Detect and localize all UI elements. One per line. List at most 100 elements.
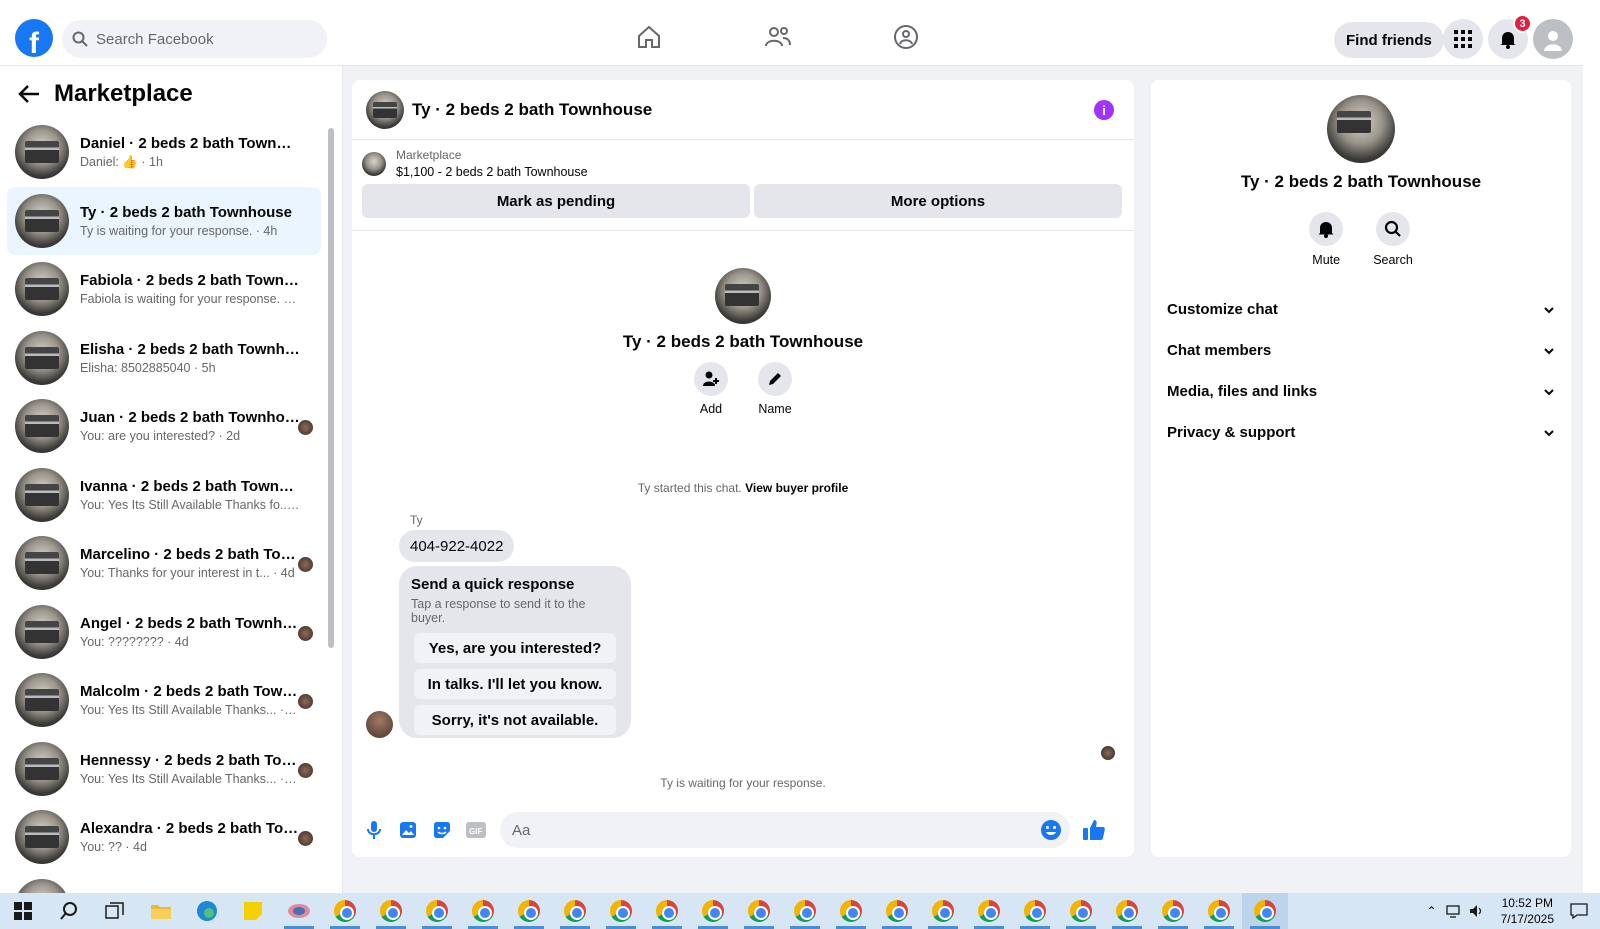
friends-icon[interactable]: [763, 22, 793, 52]
message-input-box[interactable]: [500, 812, 1070, 848]
seen-indicator-avatar: [298, 557, 313, 572]
conversation-item[interactable]: Fabiola · 2 beds 2 bath Townhou... Fabiol…: [7, 255, 321, 324]
notification-badge: 3: [1513, 14, 1532, 33]
chevron-up-icon[interactable]: ⌃: [1427, 904, 1437, 918]
search-box[interactable]: [62, 20, 327, 58]
sticker-icon[interactable]: [430, 818, 454, 842]
home-icon[interactable]: [634, 22, 664, 52]
chat-header-avatar[interactable]: [366, 90, 404, 129]
chrome-icon[interactable]: [1242, 893, 1288, 929]
mark-pending-button[interactable]: Mark as pending: [362, 184, 750, 218]
system-clock[interactable]: 10:52 PM 7/17/2025: [1501, 895, 1554, 927]
groups-icon[interactable]: [891, 22, 921, 52]
notifications-button[interactable]: 3: [1488, 14, 1532, 59]
privacy-support-section[interactable]: Privacy & support: [1163, 412, 1559, 453]
sidebar-scrollbar[interactable]: [326, 114, 336, 893]
conversation-item[interactable]: Hennessy · 2 beds 2 bath Tow... You: Yes …: [7, 735, 321, 804]
message-composer: GIF: [352, 810, 1134, 850]
conversation-item[interactable]: Ty · 2 beds 2 bath Townhouse Ty is waitin…: [7, 186, 321, 255]
mute-button[interactable]: Mute: [1309, 212, 1344, 267]
back-arrow-icon[interactable]: [18, 84, 40, 104]
like-icon[interactable]: [1082, 818, 1106, 842]
chrome-icon[interactable]: [414, 893, 460, 929]
media-files-links-section[interactable]: Media, files and links: [1163, 371, 1559, 412]
chrome-icon[interactable]: [966, 893, 1012, 929]
facebook-logo[interactable]: f: [15, 19, 53, 57]
chrome-icon[interactable]: [828, 893, 874, 929]
chrome-icon[interactable]: [322, 893, 368, 929]
chrome-icon[interactable]: [1058, 893, 1104, 929]
sender-avatar[interactable]: [366, 711, 393, 738]
listing-thumbnail[interactable]: [362, 151, 386, 176]
conversation-item[interactable]: Angel · 2 beds 2 bath Townho... You: ????…: [7, 598, 321, 667]
chrome-icon[interactable]: [1196, 893, 1242, 929]
search-input[interactable]: [96, 30, 296, 48]
search-conversation-button[interactable]: Search: [1373, 212, 1413, 267]
chat-profile-avatar[interactable]: [715, 268, 771, 324]
chrome-icon[interactable]: [644, 893, 690, 929]
menu-grid-icon[interactable]: [1443, 19, 1483, 59]
photo-icon[interactable]: [396, 818, 420, 842]
add-member-button[interactable]: Add: [694, 362, 728, 416]
chrome-icon[interactable]: [874, 893, 920, 929]
quick-response-unavailable-button[interactable]: Sorry, it's not available.: [414, 705, 616, 735]
conversation-item[interactable]: Ivanna · 2 beds 2 bath Townhouse You: Yes…: [7, 461, 321, 530]
gif-icon[interactable]: GIF: [464, 818, 488, 842]
page-scrollbar[interactable]: [1583, 0, 1600, 893]
chat-members-section[interactable]: Chat members: [1163, 330, 1559, 371]
chat-details-panel: Ty · 2 beds 2 bath Townhouse Mute Search…: [1151, 80, 1571, 857]
chrome-icon[interactable]: [1104, 893, 1150, 929]
conversation-item[interactable]: Juan · 2 beds 2 bath Townhouse You: are y…: [7, 392, 321, 461]
details-avatar[interactable]: [1327, 95, 1395, 163]
quick-response-yes-button[interactable]: Yes, are you interested?: [414, 633, 616, 663]
network-icon[interactable]: [1445, 904, 1461, 918]
conversation-item[interactable]: Mendoza · 2 beds 2 bath Tow...: [7, 872, 321, 893]
microphone-icon[interactable]: [362, 818, 386, 842]
conversation-preview: You: Thanks for your interest in t... · …: [80, 566, 295, 581]
chrome-icon[interactable]: [368, 893, 414, 929]
message-input[interactable]: [512, 821, 1032, 839]
start-button[interactable]: [0, 893, 46, 929]
edit-name-button[interactable]: Name: [758, 362, 792, 416]
view-buyer-profile-link[interactable]: View buyer profile: [745, 481, 848, 495]
conversation-item[interactable]: Daniel · 2 beds 2 bath Townhouse Daniel: …: [7, 118, 321, 187]
chrome-icon[interactable]: [506, 893, 552, 929]
chrome-icon[interactable]: [460, 893, 506, 929]
volume-icon[interactable]: [1469, 904, 1485, 918]
chrome-icon[interactable]: [1012, 893, 1058, 929]
chrome-icon[interactable]: [598, 893, 644, 929]
conversation-item[interactable]: Malcolm · 2 beds 2 bath Town... You: Yes …: [7, 666, 321, 735]
chrome-icon[interactable]: [920, 893, 966, 929]
notification-center-icon[interactable]: [1570, 903, 1588, 919]
sidebar-title: Marketplace: [54, 80, 193, 107]
search-label: Search: [1373, 253, 1413, 267]
emoji-icon[interactable]: [1040, 819, 1062, 846]
section-label: Chat members: [1167, 342, 1272, 359]
find-friends-button[interactable]: Find friends: [1334, 22, 1444, 58]
customize-chat-section[interactable]: Customize chat: [1163, 289, 1559, 330]
chrome-icon[interactable]: [782, 893, 828, 929]
conversation-item[interactable]: Alexandra · 2 beds 2 bath Tow... You: ?? …: [7, 803, 321, 872]
quick-response-talks-button[interactable]: In talks. I'll let you know.: [414, 669, 616, 699]
account-avatar[interactable]: [1533, 19, 1573, 59]
taskbar-app-icon[interactable]: [276, 893, 322, 929]
message-bubble[interactable]: 404-922-4022: [399, 530, 515, 562]
chrome-icon[interactable]: [552, 893, 598, 929]
chrome-icon[interactable]: [690, 893, 736, 929]
chrome-icon[interactable]: [1150, 893, 1196, 929]
taskbar-search-icon[interactable]: [46, 893, 92, 929]
task-view-icon[interactable]: [92, 893, 138, 929]
sticky-notes-icon[interactable]: [230, 893, 276, 929]
chrome-icon[interactable]: [736, 893, 782, 929]
file-explorer-icon[interactable]: [138, 893, 184, 929]
chat-title[interactable]: Ty · 2 beds 2 bath Townhouse: [412, 100, 652, 120]
info-icon[interactable]: i: [1094, 100, 1114, 120]
bell-icon: [1318, 222, 1334, 238]
listing-price[interactable]: $1,100 - 2 beds 2 bath Townhouse: [396, 165, 588, 179]
more-options-button[interactable]: More options: [754, 184, 1122, 218]
edge-icon[interactable]: [184, 893, 230, 929]
conversation-item[interactable]: Elisha · 2 beds 2 bath Townhouse Elisha: …: [7, 324, 321, 393]
sidebar-scrollbar-thumb[interactable]: [328, 128, 334, 648]
conversation-item[interactable]: Marcelino · 2 beds 2 bath Tow... You: Tha…: [7, 529, 321, 598]
conversation-name: Alexandra · 2 beds 2 bath Tow...: [80, 820, 300, 838]
